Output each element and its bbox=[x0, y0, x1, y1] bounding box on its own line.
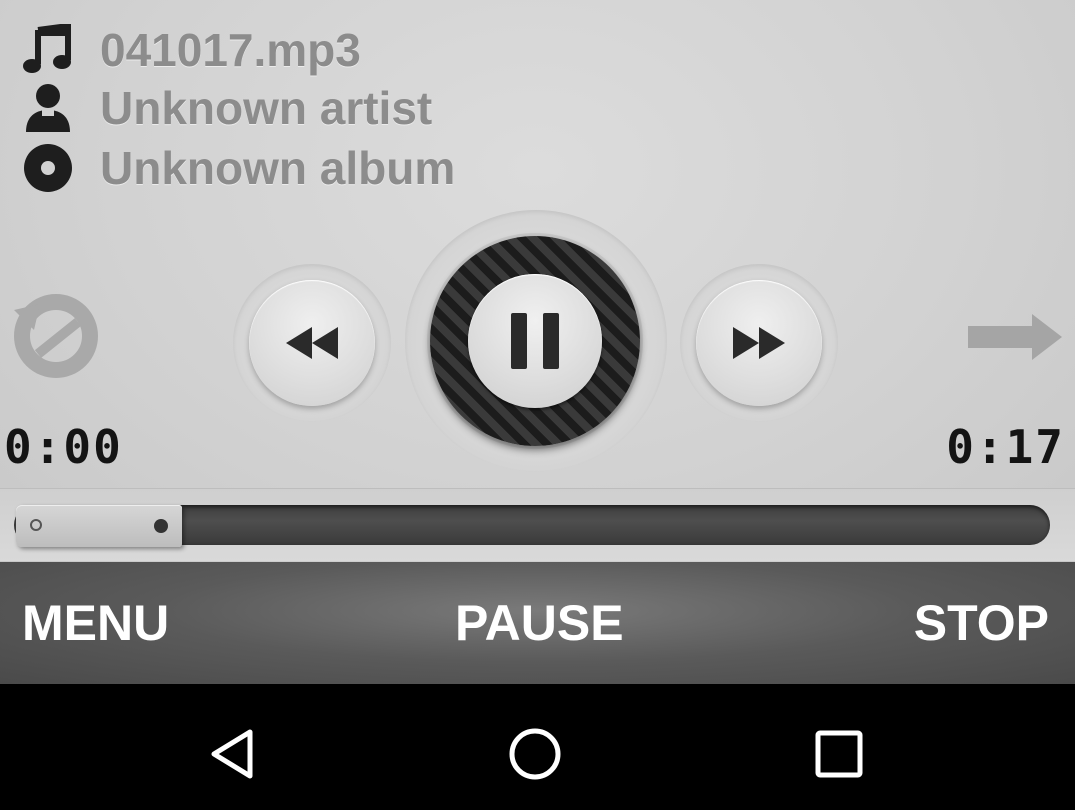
menu-button[interactable]: MENU bbox=[22, 562, 169, 684]
pause-button[interactable]: PAUSE bbox=[455, 562, 624, 684]
home-circle-icon bbox=[509, 728, 561, 780]
repeat-button[interactable] bbox=[8, 288, 104, 384]
fast-forward-icon bbox=[733, 327, 785, 359]
recents-square-icon bbox=[815, 730, 863, 778]
repeat-icon bbox=[14, 294, 98, 378]
arrow-right-icon bbox=[968, 314, 1062, 360]
recents-button[interactable] bbox=[799, 714, 879, 794]
rewind-icon bbox=[286, 327, 338, 359]
artist-name: Unknown artist bbox=[100, 82, 433, 134]
elapsed-time: 0:00 bbox=[4, 420, 123, 474]
seek-thumb-dot bbox=[154, 519, 168, 533]
fast-forward-button[interactable] bbox=[696, 280, 822, 406]
navigation-bar bbox=[0, 684, 1075, 810]
seek-thumb[interactable] bbox=[16, 505, 182, 547]
back-triangle-icon bbox=[211, 729, 253, 779]
stop-button[interactable]: STOP bbox=[914, 562, 1049, 684]
music-note-icon bbox=[20, 22, 76, 78]
seek-thumb-ring-dot bbox=[30, 519, 42, 531]
album-name: Unknown album bbox=[100, 142, 456, 194]
home-button[interactable] bbox=[495, 714, 575, 794]
total-time: 0:17 bbox=[946, 420, 1065, 474]
player-screen: 041017.mp3 Unknown artist Unknown album bbox=[0, 0, 1075, 562]
artist-row: Unknown artist bbox=[20, 80, 432, 136]
track-title: 041017.mp3 bbox=[100, 24, 361, 76]
next-button[interactable] bbox=[966, 312, 1064, 362]
play-pause-button[interactable] bbox=[430, 236, 640, 446]
bottom-action-bar: MENU PAUSE STOP bbox=[0, 562, 1075, 684]
back-button[interactable] bbox=[192, 714, 272, 794]
pause-icon bbox=[511, 313, 559, 369]
disc-icon bbox=[20, 140, 76, 196]
person-icon bbox=[20, 80, 76, 136]
rewind-button[interactable] bbox=[249, 280, 375, 406]
album-row: Unknown album bbox=[20, 140, 455, 196]
track-title-row: 041017.mp3 bbox=[20, 22, 361, 78]
